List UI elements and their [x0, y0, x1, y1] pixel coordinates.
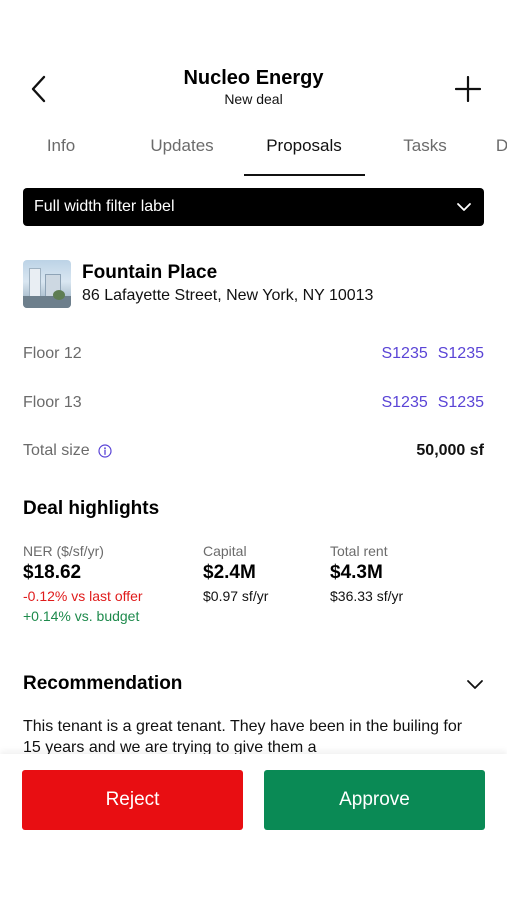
recommendation-text: This tenant is a great tenant. They have… — [23, 718, 463, 754]
floor-label: Floor 12 — [23, 345, 82, 362]
tab-info[interactable]: Info — [1, 136, 121, 156]
app-header: Nucleo Energy New deal — [0, 60, 507, 116]
property-card[interactable]: Fountain Place 86 Lafayette Street, New … — [23, 258, 484, 310]
total-size-label: Total size — [23, 442, 90, 459]
suite-link[interactable]: S1235 — [381, 345, 427, 363]
metric-sub: $0.97 sf/yr — [203, 588, 269, 604]
metric-value: $2.4M — [203, 562, 256, 583]
property-address: 86 Lafayette Street, New York, NY 10013 — [82, 287, 374, 304]
suite-link[interactable]: S1235 — [438, 345, 484, 363]
header-title-group: Nucleo Energy New deal — [0, 66, 507, 108]
metric-ner: NER ($/sf/yr) $18.62 -0.12% vs last offe… — [23, 542, 143, 626]
floor-row: Floor 13 S1235 S1235 — [23, 390, 484, 416]
metric-change-vs-offer: -0.12% vs last offer — [23, 588, 143, 604]
floor-label: Floor 13 — [23, 394, 82, 411]
chevron-down-icon — [457, 203, 471, 211]
metric-capital: Capital $2.4M $0.97 sf/yr — [203, 542, 268, 606]
approve-button[interactable]: Approve — [264, 770, 485, 830]
metric-value: $4.3M — [330, 562, 383, 583]
add-button[interactable] — [451, 72, 485, 106]
total-size-value: 50,000 sf — [416, 442, 484, 459]
metric-label: Capital — [203, 543, 247, 559]
filter-dropdown[interactable]: Full width filter label — [23, 188, 484, 226]
metric-value: $18.62 — [23, 562, 82, 583]
page-title: Nucleo Energy — [183, 67, 324, 89]
deal-highlights-title: Deal highlights — [23, 498, 160, 519]
suite-link[interactable]: S1235 — [438, 394, 484, 412]
recommendation-title: Recommendation — [23, 673, 183, 694]
chevron-down-icon — [467, 679, 483, 689]
tab-proposals[interactable]: Proposals — [244, 136, 364, 156]
info-icon[interactable] — [98, 444, 112, 458]
floor-row: Floor 12 S1235 S1235 — [23, 341, 484, 367]
recommendation-toggle[interactable]: Recommendation — [23, 672, 484, 696]
metric-total-rent: Total rent $4.3M $36.33 sf/yr — [330, 542, 403, 606]
metric-change-vs-budget: +0.14% vs. budget — [23, 608, 140, 624]
plus-icon — [455, 76, 481, 102]
metric-sub: $36.33 sf/yr — [330, 588, 404, 604]
metric-label: NER ($/sf/yr) — [23, 543, 104, 559]
metric-label: Total rent — [330, 543, 388, 559]
filter-label: Full width filter label — [34, 198, 175, 215]
tab-bar: Info Updates Proposals Tasks D — [0, 128, 507, 178]
active-tab-indicator — [244, 174, 365, 176]
total-size-row: Total size 50,000 sf — [23, 438, 484, 464]
tab-updates[interactable]: Updates — [122, 136, 242, 156]
action-bar: Reject Approve — [0, 754, 507, 900]
page-subtitle: New deal — [224, 91, 283, 107]
property-name: Fountain Place — [82, 262, 218, 283]
reject-button[interactable]: Reject — [22, 770, 243, 830]
tab-overflow[interactable]: D — [442, 136, 507, 156]
property-thumbnail — [23, 260, 71, 308]
suite-link[interactable]: S1235 — [381, 394, 427, 412]
